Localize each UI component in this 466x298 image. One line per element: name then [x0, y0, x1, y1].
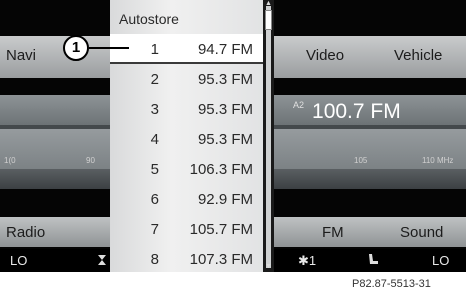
station-list-item[interactable]: 8 107.3 FM [110, 244, 263, 272]
station-list-item[interactable]: 7 105.7 FM [110, 214, 263, 244]
menu-sound[interactable]: Sound [400, 224, 443, 241]
scroll-down-icon[interactable]: ▼ [264, 263, 273, 270]
preset-frequency: 106.3 FM [189, 161, 253, 178]
preset-number: 7 [150, 221, 159, 238]
fan-icon [96, 253, 108, 269]
preset-number: 2 [150, 71, 159, 88]
preset-frequency: 95.3 FM [197, 131, 253, 148]
scale-tick-label: 110 MHz [422, 156, 454, 165]
scale-tick-label: 105 [354, 156, 368, 165]
station-list-item[interactable]: 6 92.9 FM [110, 184, 263, 214]
scale-tick-label: 1(0 [4, 156, 16, 165]
menu-video[interactable]: Video [306, 47, 344, 64]
preset-frequency: 92.9 FM [197, 191, 253, 208]
preset-number: 3 [150, 101, 159, 118]
station-list-item-selected[interactable]: 1 94.7 FM [110, 34, 263, 64]
preset-frequency: 95.3 FM [197, 101, 253, 118]
scrollbar-thumb[interactable] [265, 10, 272, 30]
left-temp-lo: LO [10, 253, 28, 268]
list-scrollbar[interactable]: ▲ ▼ [263, 0, 274, 272]
station-list-item[interactable]: 3 95.3 FM [110, 94, 263, 124]
scroll-up-icon[interactable]: ▲ [264, 0, 273, 7]
autostore-list-panel: Autostore 1 94.7 FM 2 95.3 FM 3 95.3 FM … [110, 0, 263, 272]
preset-frequency: 94.7 FM [197, 41, 253, 58]
preset-number: 4 [150, 131, 159, 148]
preset-number: 8 [150, 251, 159, 268]
station-list-item[interactable]: 5 106.3 FM [110, 154, 263, 184]
preset-frequency: 95.3 FM [197, 71, 253, 88]
airflow-indicator: ✱1 [298, 253, 317, 268]
right-temp-lo: LO [432, 253, 450, 268]
menu-radio[interactable]: Radio [6, 224, 45, 241]
menu-navi[interactable]: Navi [6, 47, 36, 64]
callout-leader-line [89, 47, 129, 49]
station-prefix: A2 [293, 100, 305, 110]
seat-icon [366, 253, 380, 269]
preset-frequency: 107.3 FM [189, 251, 253, 268]
station-list-item[interactable]: 4 95.3 FM [110, 124, 263, 154]
current-frequency: 100.7 FM [312, 100, 401, 123]
preset-frequency: 105.7 FM [189, 221, 253, 238]
menu-fm[interactable]: FM [322, 224, 344, 241]
current-station: A2 100.7 FM [293, 100, 401, 124]
preset-number: 6 [150, 191, 159, 208]
preset-number: 5 [150, 161, 159, 178]
preset-number: 1 [150, 41, 159, 58]
list-title: Autostore [119, 11, 179, 27]
menu-vehicle[interactable]: Vehicle [394, 47, 442, 64]
figure-reference: P82.87-5513-31 [352, 278, 431, 290]
scale-tick-label: 90 [86, 156, 95, 165]
scrollbar-track [266, 6, 271, 268]
station-list-item[interactable]: 2 95.3 FM [110, 64, 263, 94]
callout-marker: 1 [63, 35, 89, 61]
